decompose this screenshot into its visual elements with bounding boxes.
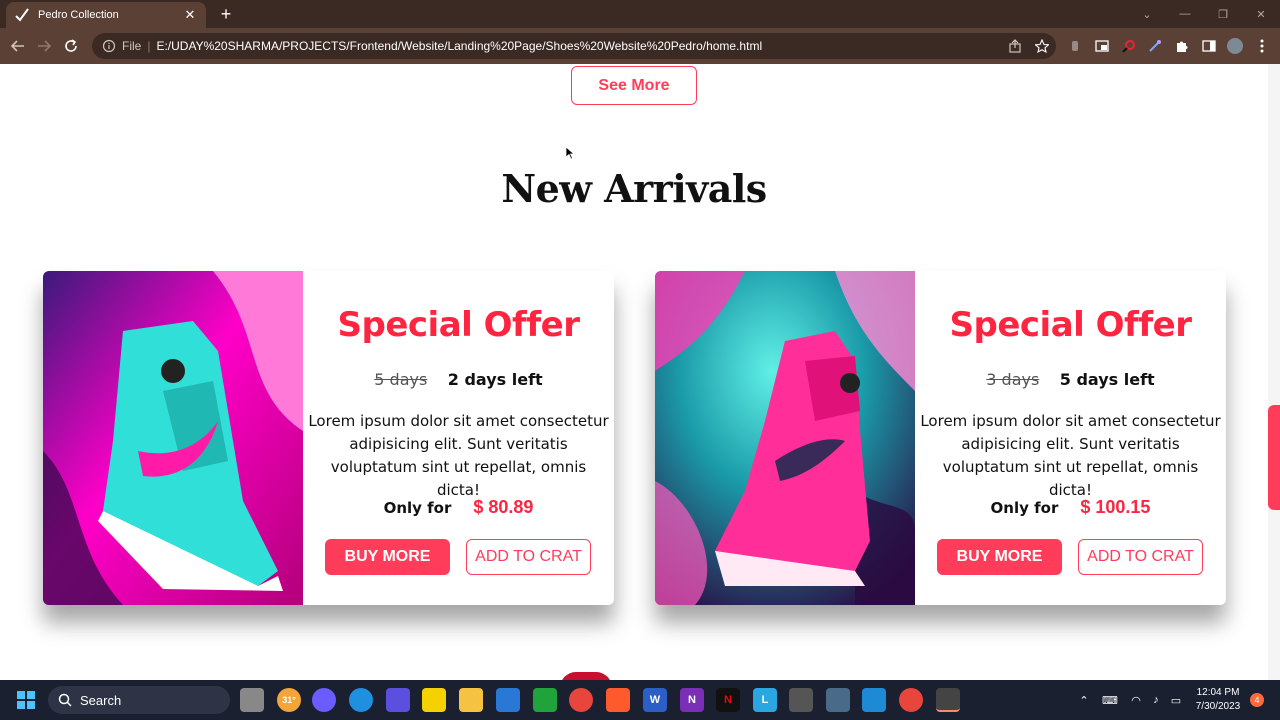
sneaker-image-teal [43,271,303,605]
xbox-icon[interactable] [533,688,557,712]
forward-arrow-icon[interactable] [34,36,54,56]
extensions-puzzle-icon[interactable] [1173,37,1191,55]
scroll-top-button-partial[interactable] [560,672,612,680]
price-row: Only for $ 100.15 [915,497,1226,518]
battery-icon[interactable]: ▭ [1168,692,1184,708]
clock-date: 7/30/2023 [1195,701,1241,712]
teams-chat-icon[interactable] [312,688,336,712]
search-icon [58,693,72,707]
bookmark-star-icon[interactable] [1033,37,1051,55]
system-clock[interactable]: 12:04 PM 7/30/2023 [1190,686,1246,714]
menu-kebab-icon[interactable] [1253,37,1271,55]
os-taskbar: Search 31° W N N L ⌃ ⌨ ◠ ♪ ▭ 12:04 PM 7/… [0,680,1280,720]
price-value: $ 100.15 [1080,497,1151,517]
add-to-cart-button[interactable]: ADD TO CRAT [1078,539,1203,575]
weather-temp: 31° [282,695,296,705]
vscode-icon[interactable] [862,688,886,712]
mail-icon[interactable] [496,688,520,712]
share-icon[interactable] [1006,37,1024,55]
weather-icon[interactable]: 31° [277,688,301,712]
offer-card: Special Offer 3 days 5 days left Lorem i… [655,271,1226,605]
scrollbar-thumb[interactable] [1268,405,1280,510]
wifi-icon[interactable]: ◠ [1128,692,1144,708]
onenote-icon[interactable]: N [680,688,704,712]
tab-title: Pedro Collection [38,9,119,21]
offer-title: Special Offer [949,305,1192,345]
file-explorer-icon[interactable] [459,688,483,712]
offer-description: Lorem ipsum dolor sit amet consectetur a… [308,412,609,499]
section-title: New Arrivals [501,166,767,211]
chrome-icon[interactable] [569,688,593,712]
reload-icon[interactable] [61,36,81,56]
app-icon-purple[interactable] [386,688,410,712]
price-label: Only for [383,499,452,517]
page-viewport: See More New Arrivals Special Offer 5 da… [0,64,1268,680]
snipping-tool-icon[interactable] [936,688,960,712]
checkmark-favicon-icon [14,7,30,23]
search-label: Search [80,692,122,708]
offer-days: 3 days 5 days left [915,370,1226,390]
price-label: Only for [990,499,1059,517]
browser-tab-bar: Pedro Collection ✕ + ⌄ — ❐ ✕ [0,0,1280,28]
see-more-button[interactable]: See More [571,66,697,105]
address-separator: | [147,39,151,53]
info-icon[interactable] [102,39,116,53]
clock-time: 12:04 PM [1196,687,1240,698]
notification-badge[interactable]: 4 [1250,693,1264,707]
days-left: 5 days left [1059,370,1155,389]
edge-browser-icon[interactable] [349,688,373,712]
new-tab-button[interactable]: + [216,4,236,24]
address-bar[interactable]: File | E:/UDAY%20SHARMA/PROJECTS/Fronten… [92,33,1056,59]
brave-browser-icon[interactable] [606,688,630,712]
offer-days: 5 days 2 days left [303,370,614,390]
old-days: 5 days [374,370,428,389]
calculator-icon[interactable] [789,688,813,712]
browser-tab[interactable]: Pedro Collection ✕ [6,2,206,28]
maximize-icon[interactable]: ❐ [1204,0,1242,28]
offer-card-content: Special Offer 3 days 5 days left Lorem i… [915,271,1226,605]
page-scrollbar[interactable] [1268,64,1280,680]
buy-more-button[interactable]: BUY MORE [325,539,450,575]
word-icon[interactable]: W [643,688,667,712]
netflix-icon[interactable]: N [716,688,740,712]
buy-more-button[interactable]: BUY MORE [937,539,1062,575]
remote-desktop-icon[interactable] [826,688,850,712]
side-panel-icon[interactable] [1200,37,1218,55]
picture-in-picture-icon[interactable] [1093,37,1111,55]
add-to-cart-button[interactable]: ADD TO CRAT [466,539,591,575]
app-icon-l[interactable]: L [753,688,777,712]
tab-search-icon[interactable]: ⌄ [1128,0,1166,28]
keyboard-icon[interactable]: ⌨ [1102,692,1118,708]
search-lens-icon[interactable] [1120,37,1138,55]
chrome-profile-icon[interactable] [899,688,923,712]
tab-close-icon[interactable]: ✕ [182,7,198,23]
mouse-cursor-icon [565,146,575,160]
extension-1-icon[interactable] [1066,37,1084,55]
profile-avatar-icon[interactable] [1226,37,1244,55]
old-days: 3 days [986,370,1040,389]
window-close-icon[interactable]: ✕ [1242,0,1280,28]
task-view-icon[interactable] [240,688,264,712]
windows-start-icon[interactable] [14,688,38,712]
taskbar-search[interactable]: Search [48,686,230,714]
color-picker-icon[interactable] [1146,37,1164,55]
offer-description: Lorem ipsum dolor sit amet consectetur a… [920,412,1221,499]
tray-overflow-icon[interactable]: ⌃ [1076,692,1092,708]
sneaker-image-pink [655,271,915,605]
offer-title: Special Offer [337,305,580,345]
minimize-icon[interactable]: — [1166,0,1204,28]
offer-card-content: Special Offer 5 days 2 days left Lorem i… [303,271,614,605]
sticky-notes-icon[interactable] [422,688,446,712]
url-text[interactable]: E:/UDAY%20SHARMA/PROJECTS/Frontend/Websi… [156,39,762,53]
offer-card: Special Offer 5 days 2 days left Lorem i… [43,271,614,605]
price-value: $ 80.89 [473,497,534,517]
back-arrow-icon[interactable] [8,36,28,56]
file-scheme-label: File [122,39,142,53]
volume-icon[interactable]: ♪ [1148,692,1164,708]
days-left: 2 days left [447,370,543,389]
price-row: Only for $ 80.89 [303,497,614,518]
